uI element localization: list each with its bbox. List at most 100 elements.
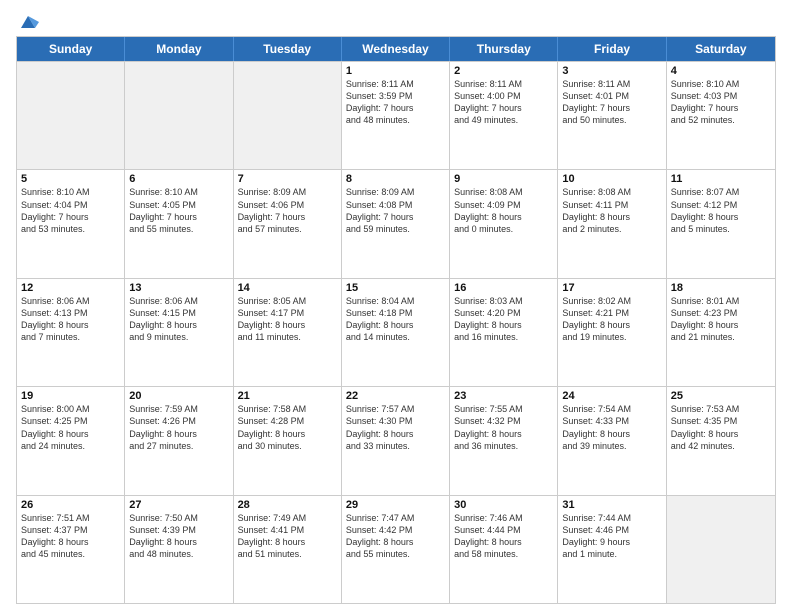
cell-info: Sunrise: 7:55 AM Sunset: 4:32 PM Dayligh…: [454, 403, 553, 452]
cell-info: Sunrise: 7:54 AM Sunset: 4:33 PM Dayligh…: [562, 403, 661, 452]
calendar-cell: 31Sunrise: 7:44 AM Sunset: 4:46 PM Dayli…: [558, 496, 666, 603]
day-number: 3: [562, 65, 661, 77]
calendar-cell: 23Sunrise: 7:55 AM Sunset: 4:32 PM Dayli…: [450, 387, 558, 494]
calendar-cell: 3Sunrise: 8:11 AM Sunset: 4:01 PM Daylig…: [558, 62, 666, 169]
cell-info: Sunrise: 7:47 AM Sunset: 4:42 PM Dayligh…: [346, 512, 445, 561]
day-number: 4: [671, 65, 771, 77]
day-number: 11: [671, 173, 771, 185]
day-number: 7: [238, 173, 337, 185]
cell-info: Sunrise: 7:46 AM Sunset: 4:44 PM Dayligh…: [454, 512, 553, 561]
cell-info: Sunrise: 7:50 AM Sunset: 4:39 PM Dayligh…: [129, 512, 228, 561]
day-number: 18: [671, 282, 771, 294]
weekday-header: Thursday: [450, 37, 558, 61]
calendar-cell: 26Sunrise: 7:51 AM Sunset: 4:37 PM Dayli…: [17, 496, 125, 603]
cell-info: Sunrise: 8:01 AM Sunset: 4:23 PM Dayligh…: [671, 295, 771, 344]
cell-info: Sunrise: 7:57 AM Sunset: 4:30 PM Dayligh…: [346, 403, 445, 452]
day-number: 23: [454, 390, 553, 402]
cell-info: Sunrise: 8:06 AM Sunset: 4:15 PM Dayligh…: [129, 295, 228, 344]
cell-info: Sunrise: 8:09 AM Sunset: 4:06 PM Dayligh…: [238, 186, 337, 235]
day-number: 17: [562, 282, 661, 294]
calendar-cell: 28Sunrise: 7:49 AM Sunset: 4:41 PM Dayli…: [234, 496, 342, 603]
cell-info: Sunrise: 8:07 AM Sunset: 4:12 PM Dayligh…: [671, 186, 771, 235]
cell-info: Sunrise: 7:44 AM Sunset: 4:46 PM Dayligh…: [562, 512, 661, 561]
day-number: 20: [129, 390, 228, 402]
calendar-row: 5Sunrise: 8:10 AM Sunset: 4:04 PM Daylig…: [17, 169, 775, 277]
day-number: 22: [346, 390, 445, 402]
calendar-cell: 22Sunrise: 7:57 AM Sunset: 4:30 PM Dayli…: [342, 387, 450, 494]
day-number: 10: [562, 173, 661, 185]
day-number: 21: [238, 390, 337, 402]
day-number: 5: [21, 173, 120, 185]
calendar-cell: 27Sunrise: 7:50 AM Sunset: 4:39 PM Dayli…: [125, 496, 233, 603]
cell-info: Sunrise: 8:03 AM Sunset: 4:20 PM Dayligh…: [454, 295, 553, 344]
calendar-cell: 21Sunrise: 7:58 AM Sunset: 4:28 PM Dayli…: [234, 387, 342, 494]
day-number: 27: [129, 499, 228, 511]
calendar-cell: [234, 62, 342, 169]
cell-info: Sunrise: 8:05 AM Sunset: 4:17 PM Dayligh…: [238, 295, 337, 344]
calendar-cell: 9Sunrise: 8:08 AM Sunset: 4:09 PM Daylig…: [450, 170, 558, 277]
day-number: 25: [671, 390, 771, 402]
calendar: SundayMondayTuesdayWednesdayThursdayFrid…: [16, 36, 776, 604]
calendar-cell: 17Sunrise: 8:02 AM Sunset: 4:21 PM Dayli…: [558, 279, 666, 386]
day-number: 24: [562, 390, 661, 402]
cell-info: Sunrise: 7:59 AM Sunset: 4:26 PM Dayligh…: [129, 403, 228, 452]
calendar-cell: 5Sunrise: 8:10 AM Sunset: 4:04 PM Daylig…: [17, 170, 125, 277]
weekday-header: Wednesday: [342, 37, 450, 61]
calendar-cell: 14Sunrise: 8:05 AM Sunset: 4:17 PM Dayli…: [234, 279, 342, 386]
cell-info: Sunrise: 8:04 AM Sunset: 4:18 PM Dayligh…: [346, 295, 445, 344]
calendar-cell: 6Sunrise: 8:10 AM Sunset: 4:05 PM Daylig…: [125, 170, 233, 277]
calendar-cell: [125, 62, 233, 169]
calendar-body: 1Sunrise: 8:11 AM Sunset: 3:59 PM Daylig…: [17, 61, 775, 603]
day-number: 2: [454, 65, 553, 77]
page: SundayMondayTuesdayWednesdayThursdayFrid…: [0, 0, 792, 612]
cell-info: Sunrise: 8:08 AM Sunset: 4:11 PM Dayligh…: [562, 186, 661, 235]
cell-info: Sunrise: 8:00 AM Sunset: 4:25 PM Dayligh…: [21, 403, 120, 452]
cell-info: Sunrise: 8:10 AM Sunset: 4:05 PM Dayligh…: [129, 186, 228, 235]
calendar-cell: 4Sunrise: 8:10 AM Sunset: 4:03 PM Daylig…: [667, 62, 775, 169]
cell-info: Sunrise: 8:10 AM Sunset: 4:03 PM Dayligh…: [671, 78, 771, 127]
day-number: 31: [562, 499, 661, 511]
calendar-cell: 24Sunrise: 7:54 AM Sunset: 4:33 PM Dayli…: [558, 387, 666, 494]
calendar-cell: 12Sunrise: 8:06 AM Sunset: 4:13 PM Dayli…: [17, 279, 125, 386]
calendar-cell: 7Sunrise: 8:09 AM Sunset: 4:06 PM Daylig…: [234, 170, 342, 277]
calendar-cell: 16Sunrise: 8:03 AM Sunset: 4:20 PM Dayli…: [450, 279, 558, 386]
calendar-cell: [17, 62, 125, 169]
day-number: 14: [238, 282, 337, 294]
calendar-row: 19Sunrise: 8:00 AM Sunset: 4:25 PM Dayli…: [17, 386, 775, 494]
calendar-cell: 13Sunrise: 8:06 AM Sunset: 4:15 PM Dayli…: [125, 279, 233, 386]
header: [16, 12, 776, 30]
cell-info: Sunrise: 8:10 AM Sunset: 4:04 PM Dayligh…: [21, 186, 120, 235]
weekday-header: Saturday: [667, 37, 775, 61]
calendar-cell: 30Sunrise: 7:46 AM Sunset: 4:44 PM Dayli…: [450, 496, 558, 603]
weekday-header: Sunday: [17, 37, 125, 61]
cell-info: Sunrise: 8:11 AM Sunset: 4:01 PM Dayligh…: [562, 78, 661, 127]
calendar-row: 12Sunrise: 8:06 AM Sunset: 4:13 PM Dayli…: [17, 278, 775, 386]
day-number: 19: [21, 390, 120, 402]
day-number: 8: [346, 173, 445, 185]
day-number: 29: [346, 499, 445, 511]
cell-info: Sunrise: 8:08 AM Sunset: 4:09 PM Dayligh…: [454, 186, 553, 235]
day-number: 15: [346, 282, 445, 294]
calendar-cell: 11Sunrise: 8:07 AM Sunset: 4:12 PM Dayli…: [667, 170, 775, 277]
cell-info: Sunrise: 8:11 AM Sunset: 3:59 PM Dayligh…: [346, 78, 445, 127]
weekday-header: Monday: [125, 37, 233, 61]
cell-info: Sunrise: 8:11 AM Sunset: 4:00 PM Dayligh…: [454, 78, 553, 127]
cell-info: Sunrise: 7:49 AM Sunset: 4:41 PM Dayligh…: [238, 512, 337, 561]
calendar-cell: 2Sunrise: 8:11 AM Sunset: 4:00 PM Daylig…: [450, 62, 558, 169]
calendar-cell: 18Sunrise: 8:01 AM Sunset: 4:23 PM Dayli…: [667, 279, 775, 386]
day-number: 30: [454, 499, 553, 511]
cell-info: Sunrise: 8:06 AM Sunset: 4:13 PM Dayligh…: [21, 295, 120, 344]
day-number: 16: [454, 282, 553, 294]
day-number: 28: [238, 499, 337, 511]
cell-info: Sunrise: 7:58 AM Sunset: 4:28 PM Dayligh…: [238, 403, 337, 452]
logo: [16, 12, 39, 30]
calendar-cell: 20Sunrise: 7:59 AM Sunset: 4:26 PM Dayli…: [125, 387, 233, 494]
cell-info: Sunrise: 8:02 AM Sunset: 4:21 PM Dayligh…: [562, 295, 661, 344]
calendar-cell: 29Sunrise: 7:47 AM Sunset: 4:42 PM Dayli…: [342, 496, 450, 603]
weekday-header: Tuesday: [234, 37, 342, 61]
cell-info: Sunrise: 7:53 AM Sunset: 4:35 PM Dayligh…: [671, 403, 771, 452]
day-number: 12: [21, 282, 120, 294]
calendar-cell: 25Sunrise: 7:53 AM Sunset: 4:35 PM Dayli…: [667, 387, 775, 494]
calendar-cell: 10Sunrise: 8:08 AM Sunset: 4:11 PM Dayli…: [558, 170, 666, 277]
cell-info: Sunrise: 8:09 AM Sunset: 4:08 PM Dayligh…: [346, 186, 445, 235]
